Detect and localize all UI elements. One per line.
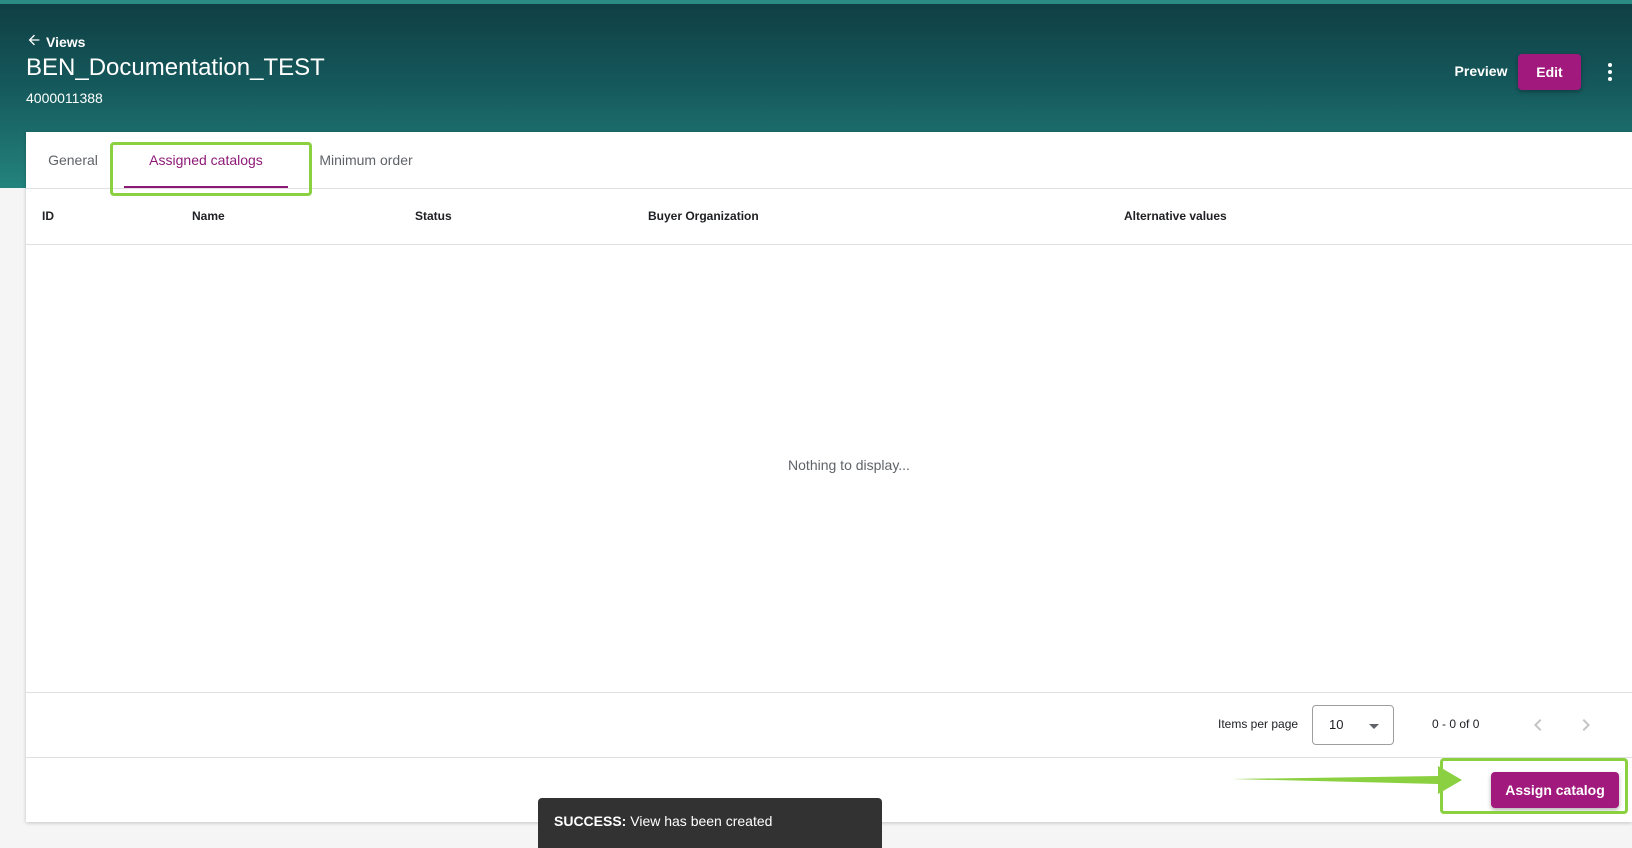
snackbar-prefix: SUCCESS: [554, 813, 627, 829]
back-link[interactable]: Views [26, 32, 85, 51]
assign-catalog-button[interactable]: Assign catalog [1491, 772, 1619, 808]
column-header-name[interactable]: Name [192, 188, 225, 244]
snackbar: SUCCESS: View has been created [538, 798, 882, 848]
more-vert-icon[interactable] [1598, 58, 1622, 86]
items-per-page-select[interactable]: 10 [1312, 705, 1394, 745]
items-per-page-label: Items per page [1218, 717, 1299, 731]
chevron-left-icon[interactable] [1526, 713, 1550, 737]
tab-general[interactable]: General [48, 132, 98, 188]
column-header-buyer-organization[interactable]: Buyer Organization [648, 188, 759, 244]
page-range-label: 0 - 0 of 0 [1432, 717, 1480, 731]
preview-button[interactable]: Preview [1448, 56, 1514, 86]
chevron-right-icon[interactable] [1574, 713, 1598, 737]
column-header-alternative-values[interactable]: Alternative values [1124, 188, 1227, 244]
chevron-down-icon [1369, 724, 1379, 729]
arrow-left-icon [26, 32, 42, 51]
tab-bar: General Assigned catalogs Minimum order [26, 132, 1632, 189]
page-title: BEN_Documentation_TEST [26, 54, 325, 81]
snackbar-message: View has been created [630, 813, 773, 829]
edit-button[interactable]: Edit [1518, 54, 1581, 90]
column-header-id[interactable]: ID [42, 188, 54, 244]
tab-assigned-catalogs[interactable]: Assigned catalogs [124, 132, 288, 188]
back-link-label: Views [46, 33, 86, 50]
table-header: ID Name Status Buyer Organization Altern… [26, 188, 1632, 245]
content-card: General Assigned catalogs Minimum order … [26, 132, 1632, 822]
page-id: 4000011388 [26, 90, 103, 106]
empty-state-message: Nothing to display... [788, 457, 910, 473]
column-header-status[interactable]: Status [415, 188, 452, 244]
items-per-page-value: 10 [1329, 717, 1344, 732]
paginator: Items per page 10 0 - 0 of 0 [26, 692, 1632, 758]
tab-minimum-order[interactable]: Minimum order [316, 132, 416, 188]
